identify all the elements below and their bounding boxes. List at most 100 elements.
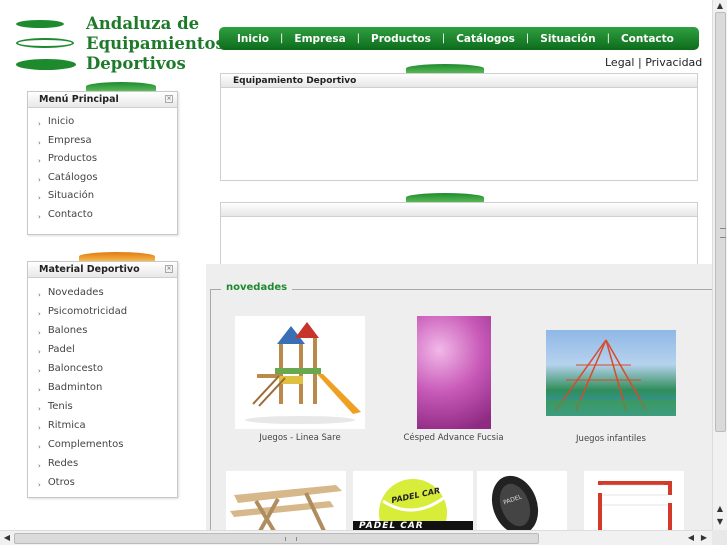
bullet-icon: ›: [38, 157, 41, 165]
logo-line-1: Andaluza de: [86, 14, 200, 33]
material-item[interactable]: › Baloncesto: [38, 362, 177, 381]
vertical-scroll-thumb[interactable]: [715, 12, 726, 432]
bullet-icon: ›: [38, 212, 41, 221]
nav-separator: |: [525, 33, 530, 44]
vertical-scrollbar[interactable]: ▲ ▲ ▼: [712, 0, 727, 530]
main-menu-item[interactable]: › Inicio: [38, 115, 177, 134]
material-item[interactable]: › Badminton: [38, 381, 177, 400]
bullet-icon: ›: [38, 367, 41, 375]
material-item[interactable]: › Complementos: [38, 438, 177, 457]
scroll-right-arrow-icon[interactable]: ▶: [698, 532, 710, 544]
main-menu-item[interactable]: › Empresa: [38, 134, 177, 153]
playground-slide-image: [235, 316, 365, 429]
main-menu-item[interactable]: › Productos: [38, 152, 177, 171]
nav-inicio[interactable]: Inicio: [237, 33, 269, 45]
decorative-arc: [406, 193, 484, 202]
sports-material-header: Material Deportivo ×: [28, 262, 177, 278]
decorative-arc: [406, 64, 484, 73]
artificial-grass-image: [416, 316, 491, 429]
panel-title: Equipamiento Deportivo: [221, 74, 697, 88]
bullet-icon: ›: [38, 120, 41, 128]
product-card[interactable]: [584, 471, 684, 530]
sports-material-list: › Novedades › Psicomotricidad › Balones › Pa…: [28, 278, 177, 495]
menu-item-label: Situación: [47, 190, 95, 201]
grip-icon: [720, 228, 726, 238]
novedades-overlay: novedades Juegos - Linea Sare Césped Adv…: [206, 264, 712, 530]
main-menu-title: Menú Principal: [39, 94, 119, 105]
collapse-icon[interactable]: ×: [165, 95, 173, 103]
logo-line-3: Deportivos: [86, 54, 186, 73]
rope-climbing-image: [546, 330, 676, 416]
product-card[interactable]: Juegos infantiles: [546, 330, 676, 444]
bullet-icon: ›: [38, 443, 41, 451]
menu-item-label: Empresa: [47, 134, 92, 146]
main-menu-box: Menú Principal × › Inicio › Empresa › Produ…: [27, 91, 178, 235]
nav-catalogos[interactable]: Catálogos: [456, 33, 515, 45]
sports-material-box: Material Deportivo × › Novedades › Psicomo…: [27, 261, 178, 498]
logo-mark-bottom: [16, 59, 76, 70]
bullet-icon: ›: [38, 348, 41, 356]
site-logo[interactable]: Andaluza de Equipamientos Deportivos: [16, 14, 225, 76]
collapse-icon[interactable]: ×: [165, 265, 173, 273]
product-card[interactable]: PADEL CAR PADEL CAR: [353, 471, 473, 530]
novedades-legend: novedades: [221, 282, 293, 293]
menu-item-label: Inicio: [47, 116, 75, 127]
material-item[interactable]: › Novedades: [38, 286, 177, 305]
nav-situacion[interactable]: Situación: [540, 33, 595, 45]
logo-mark-top: [16, 20, 64, 28]
material-item-label: Tenis: [47, 401, 73, 412]
product-caption: Juegos - Linea Sare: [259, 433, 341, 443]
scroll-up-arrow-icon[interactable]: ▲: [714, 0, 726, 12]
picnic-table-image: [226, 471, 346, 530]
nav-separator: |: [606, 33, 610, 44]
material-item-label: Baloncesto: [47, 363, 103, 374]
material-item-label: Otros: [47, 477, 75, 488]
menu-item-label: Productos: [47, 153, 98, 164]
material-item-label: Badminton: [47, 382, 103, 393]
material-item-label: Complementos: [47, 439, 124, 450]
privacy-link[interactable]: Privacidad: [645, 56, 702, 69]
material-item[interactable]: › Padel: [38, 343, 177, 362]
sports-equipment-panel: Equipamiento Deportivo: [220, 73, 698, 181]
product-card[interactable]: PADEL: [477, 471, 567, 530]
main-menu-item[interactable]: › Contacto: [38, 208, 177, 227]
decorative-arc: [79, 252, 155, 261]
material-item[interactable]: › Otros: [38, 476, 177, 495]
grip-icon: [285, 537, 297, 541]
material-item[interactable]: › Tenis: [38, 400, 177, 419]
bullet-icon: ›: [38, 329, 41, 337]
legal-link[interactable]: Legal: [605, 56, 634, 69]
menu-item-label: Contacto: [47, 208, 93, 220]
material-item[interactable]: › Balones: [38, 324, 177, 343]
padel-racket-image: PADEL: [477, 471, 567, 530]
product-caption: Juegos infantiles: [576, 434, 646, 444]
main-menu-item[interactable]: › Situación: [38, 189, 177, 208]
bullet-icon: ›: [38, 291, 41, 299]
bullet-icon: ›: [38, 310, 41, 318]
logo-line-2: Equipamientos: [86, 34, 225, 53]
material-item[interactable]: › Ritmica: [38, 419, 177, 438]
main-menu-item[interactable]: › Catálogos: [38, 171, 177, 190]
product-card[interactable]: Juegos - Linea Sare: [235, 316, 365, 443]
material-item[interactable]: › Psicomotricidad: [38, 305, 177, 324]
nav-separator: |: [356, 33, 361, 44]
scroll-left-arrow-icon[interactable]: ◀: [1, 532, 13, 544]
product-card[interactable]: Césped Advance Fucsia: [391, 316, 516, 443]
material-item-label: Padel: [47, 344, 75, 355]
material-item-label: Ritmica: [47, 420, 86, 431]
logo-mark-middle: [16, 38, 74, 48]
scroll-left-arrow-icon[interactable]: ◀: [685, 532, 697, 544]
material-item-label: Novedades: [47, 287, 104, 298]
panel-title-bar: [221, 203, 697, 217]
scroll-up-arrow-icon[interactable]: ▲: [714, 503, 726, 515]
horizontal-scroll-thumb[interactable]: [14, 533, 539, 544]
nav-productos[interactable]: Productos: [371, 33, 431, 45]
material-item[interactable]: › Redes: [38, 457, 177, 476]
horizontal-scrollbar[interactable]: ◀ ◀ ▶: [0, 530, 712, 545]
nav-contacto[interactable]: Contacto: [621, 33, 674, 45]
product-card[interactable]: [226, 471, 346, 530]
scroll-down-arrow-icon[interactable]: ▼: [714, 516, 726, 528]
top-navigation: Inicio | Empresa | Productos | Catálogos…: [219, 27, 699, 50]
nav-separator: |: [280, 33, 284, 44]
nav-empresa[interactable]: Empresa: [294, 33, 345, 45]
